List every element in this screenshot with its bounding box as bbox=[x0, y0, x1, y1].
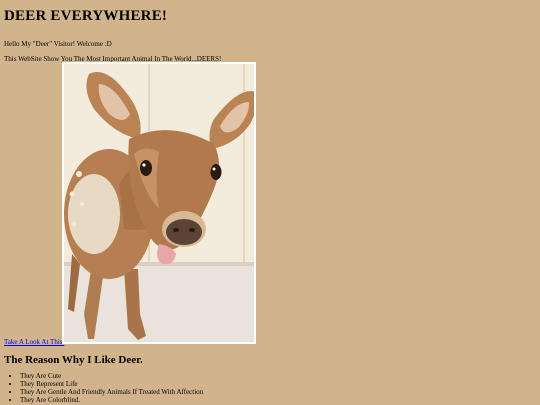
reason-item: They Represent Life bbox=[20, 380, 203, 388]
reason-list: They Are Cute They Represent Life They A… bbox=[10, 372, 203, 404]
reason-item: They Are Cute bbox=[20, 372, 203, 380]
greeting-text: Hello My "Deer" Visitor! Welcome :D bbox=[4, 40, 112, 48]
fawn-photo[interactable] bbox=[62, 62, 256, 344]
photo-link[interactable]: Take A Look At This. bbox=[4, 338, 64, 346]
page-title: DEER EVERYWHERE! bbox=[4, 8, 168, 24]
fawn-photo-image bbox=[64, 64, 254, 342]
reason-item: They Are Colorblind. bbox=[20, 396, 203, 404]
reason-item: They Are Gentle And Friendly Animals If … bbox=[20, 388, 203, 396]
reason-heading: The Reason Why I Like Deer. bbox=[4, 354, 143, 366]
